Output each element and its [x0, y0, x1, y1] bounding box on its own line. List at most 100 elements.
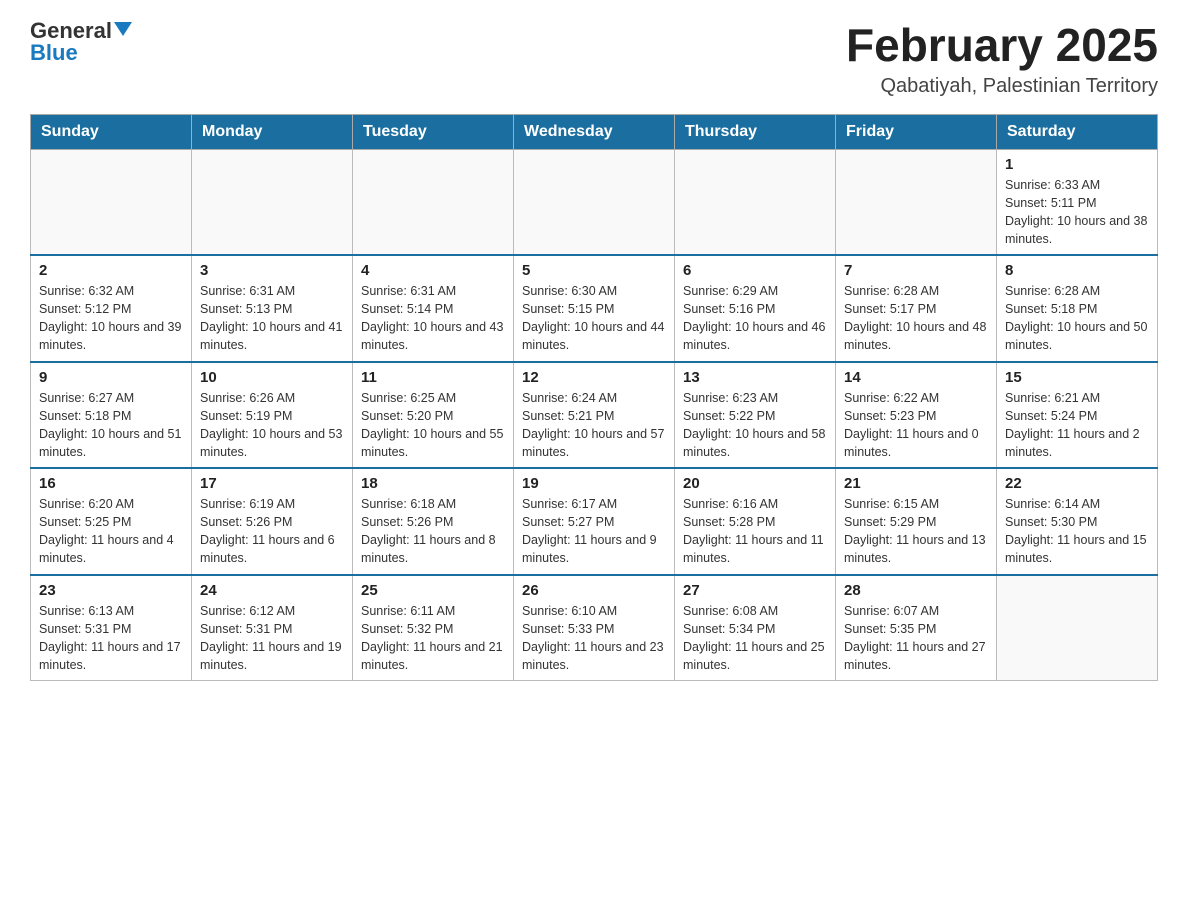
day-number: 25	[361, 582, 505, 599]
calendar-cell: 24 Sunrise: 6:12 AM Sunset: 5:31 PM Dayli…	[192, 575, 353, 681]
day-number: 5	[522, 262, 666, 279]
week-row-2: 2 Sunrise: 6:32 AM Sunset: 5:12 PM Daylig…	[31, 255, 1158, 362]
day-number: 2	[39, 262, 183, 279]
day-number: 14	[844, 369, 988, 386]
day-number: 26	[522, 582, 666, 599]
day-number: 16	[39, 475, 183, 492]
calendar-table: SundayMondayTuesdayWednesdayThursdayFrid…	[30, 114, 1158, 682]
calendar-cell: 3 Sunrise: 6:31 AM Sunset: 5:13 PM Daylig…	[192, 255, 353, 362]
day-info: Sunrise: 6:29 AM Sunset: 5:16 PM Dayligh…	[683, 282, 827, 355]
day-number: 24	[200, 582, 344, 599]
day-header-friday: Friday	[836, 114, 997, 149]
day-info: Sunrise: 6:08 AM Sunset: 5:34 PM Dayligh…	[683, 602, 827, 675]
day-header-saturday: Saturday	[997, 114, 1158, 149]
day-info: Sunrise: 6:22 AM Sunset: 5:23 PM Dayligh…	[844, 389, 988, 462]
day-info: Sunrise: 6:23 AM Sunset: 5:22 PM Dayligh…	[683, 389, 827, 462]
day-number: 15	[1005, 369, 1149, 386]
calendar-cell: 19Sunrise: 6:17 AM Sunset: 5:27 PM Dayli…	[514, 468, 675, 575]
location-title: Qabatiyah, Palestinian Territory	[846, 75, 1158, 98]
day-info: Sunrise: 6:07 AM Sunset: 5:35 PM Dayligh…	[844, 602, 988, 675]
day-info: Sunrise: 6:16 AM Sunset: 5:28 PM Dayligh…	[683, 495, 827, 568]
day-header-thursday: Thursday	[675, 114, 836, 149]
day-number: 10	[200, 369, 344, 386]
calendar-cell	[192, 149, 353, 255]
day-number: 20	[683, 475, 827, 492]
day-info: Sunrise: 6:31 AM Sunset: 5:13 PM Dayligh…	[200, 282, 344, 355]
calendar-cell: 17 Sunrise: 6:19 AM Sunset: 5:26 PM Dayli…	[192, 468, 353, 575]
calendar-cell: 5 Sunrise: 6:30 AM Sunset: 5:15 PM Daylig…	[514, 255, 675, 362]
week-row-4: 16 Sunrise: 6:20 AM Sunset: 5:25 PM Dayli…	[31, 468, 1158, 575]
day-number: 28	[844, 582, 988, 599]
day-info: Sunrise: 6:25 AM Sunset: 5:20 PM Dayligh…	[361, 389, 505, 462]
day-number: 17	[200, 475, 344, 492]
calendar-cell: 15 Sunrise: 6:21 AM Sunset: 5:24 PM Dayli…	[997, 362, 1158, 469]
calendar-cell: 1Sunrise: 6:33 AM Sunset: 5:11 PM Daylig…	[997, 149, 1158, 255]
calendar-cell	[353, 149, 514, 255]
day-header-tuesday: Tuesday	[353, 114, 514, 149]
day-number: 22	[1005, 475, 1149, 492]
day-number: 21	[844, 475, 988, 492]
calendar-cell: 23Sunrise: 6:13 AM Sunset: 5:31 PM Dayli…	[31, 575, 192, 681]
week-row-3: 9Sunrise: 6:27 AM Sunset: 5:18 PM Daylig…	[31, 362, 1158, 469]
week-row-5: 23Sunrise: 6:13 AM Sunset: 5:31 PM Dayli…	[31, 575, 1158, 681]
calendar-cell	[675, 149, 836, 255]
day-header-sunday: Sunday	[31, 114, 192, 149]
day-info: Sunrise: 6:10 AM Sunset: 5:33 PM Dayligh…	[522, 602, 666, 675]
logo-general: General	[30, 20, 112, 42]
day-info: Sunrise: 6:14 AM Sunset: 5:30 PM Dayligh…	[1005, 495, 1149, 568]
calendar-cell	[31, 149, 192, 255]
calendar-cell: 22 Sunrise: 6:14 AM Sunset: 5:30 PM Dayli…	[997, 468, 1158, 575]
day-number: 27	[683, 582, 827, 599]
day-info: Sunrise: 6:28 AM Sunset: 5:17 PM Dayligh…	[844, 282, 988, 355]
day-info: Sunrise: 6:24 AM Sunset: 5:21 PM Dayligh…	[522, 389, 666, 462]
calendar-cell	[514, 149, 675, 255]
day-number: 19	[522, 475, 666, 492]
day-number: 12	[522, 369, 666, 386]
day-info: Sunrise: 6:19 AM Sunset: 5:26 PM Dayligh…	[200, 495, 344, 568]
calendar-cell: 9Sunrise: 6:27 AM Sunset: 5:18 PM Daylig…	[31, 362, 192, 469]
calendar-cell: 26 Sunrise: 6:10 AM Sunset: 5:33 PM Dayli…	[514, 575, 675, 681]
calendar-cell: 11Sunrise: 6:25 AM Sunset: 5:20 PM Dayli…	[353, 362, 514, 469]
day-info: Sunrise: 6:32 AM Sunset: 5:12 PM Dayligh…	[39, 282, 183, 355]
day-number: 13	[683, 369, 827, 386]
calendar-cell: 12 Sunrise: 6:24 AM Sunset: 5:21 PM Dayli…	[514, 362, 675, 469]
calendar-cell: 6 Sunrise: 6:29 AM Sunset: 5:16 PM Daylig…	[675, 255, 836, 362]
day-info: Sunrise: 6:20 AM Sunset: 5:25 PM Dayligh…	[39, 495, 183, 568]
day-info: Sunrise: 6:11 AM Sunset: 5:32 PM Dayligh…	[361, 602, 505, 675]
logo-triangle-icon	[114, 22, 132, 36]
page-header: General Blue February 2025 Qabatiyah, Pa…	[30, 20, 1158, 98]
calendar-cell: 27 Sunrise: 6:08 AM Sunset: 5:34 PM Dayli…	[675, 575, 836, 681]
calendar-cell: 4 Sunrise: 6:31 AM Sunset: 5:14 PM Daylig…	[353, 255, 514, 362]
calendar-cell	[997, 575, 1158, 681]
day-info: Sunrise: 6:27 AM Sunset: 5:18 PM Dayligh…	[39, 389, 183, 462]
calendar-cell: 10Sunrise: 6:26 AM Sunset: 5:19 PM Dayli…	[192, 362, 353, 469]
day-info: Sunrise: 6:12 AM Sunset: 5:31 PM Dayligh…	[200, 602, 344, 675]
calendar-cell: 2 Sunrise: 6:32 AM Sunset: 5:12 PM Daylig…	[31, 255, 192, 362]
day-number: 23	[39, 582, 183, 599]
calendar-header-row: SundayMondayTuesdayWednesdayThursdayFrid…	[31, 114, 1158, 149]
day-number: 4	[361, 262, 505, 279]
week-row-1: 1Sunrise: 6:33 AM Sunset: 5:11 PM Daylig…	[31, 149, 1158, 255]
calendar-cell: 8Sunrise: 6:28 AM Sunset: 5:18 PM Daylig…	[997, 255, 1158, 362]
day-info: Sunrise: 6:30 AM Sunset: 5:15 PM Dayligh…	[522, 282, 666, 355]
calendar-cell: 21Sunrise: 6:15 AM Sunset: 5:29 PM Dayli…	[836, 468, 997, 575]
calendar-cell: 7 Sunrise: 6:28 AM Sunset: 5:17 PM Daylig…	[836, 255, 997, 362]
day-header-monday: Monday	[192, 114, 353, 149]
logo-blue: Blue	[30, 40, 78, 65]
calendar-cell: 16 Sunrise: 6:20 AM Sunset: 5:25 PM Dayli…	[31, 468, 192, 575]
month-title: February 2025	[846, 20, 1158, 71]
day-number: 7	[844, 262, 988, 279]
day-header-wednesday: Wednesday	[514, 114, 675, 149]
calendar-cell	[836, 149, 997, 255]
day-info: Sunrise: 6:21 AM Sunset: 5:24 PM Dayligh…	[1005, 389, 1149, 462]
day-info: Sunrise: 6:31 AM Sunset: 5:14 PM Dayligh…	[361, 282, 505, 355]
calendar-cell: 28 Sunrise: 6:07 AM Sunset: 5:35 PM Dayli…	[836, 575, 997, 681]
day-number: 1	[1005, 156, 1149, 173]
day-number: 3	[200, 262, 344, 279]
day-number: 6	[683, 262, 827, 279]
calendar-cell: 13 Sunrise: 6:23 AM Sunset: 5:22 PM Dayli…	[675, 362, 836, 469]
calendar-cell: 20 Sunrise: 6:16 AM Sunset: 5:28 PM Dayli…	[675, 468, 836, 575]
calendar-cell: 18Sunrise: 6:18 AM Sunset: 5:26 PM Dayli…	[353, 468, 514, 575]
day-info: Sunrise: 6:18 AM Sunset: 5:26 PM Dayligh…	[361, 495, 505, 568]
logo: General Blue	[30, 20, 132, 65]
